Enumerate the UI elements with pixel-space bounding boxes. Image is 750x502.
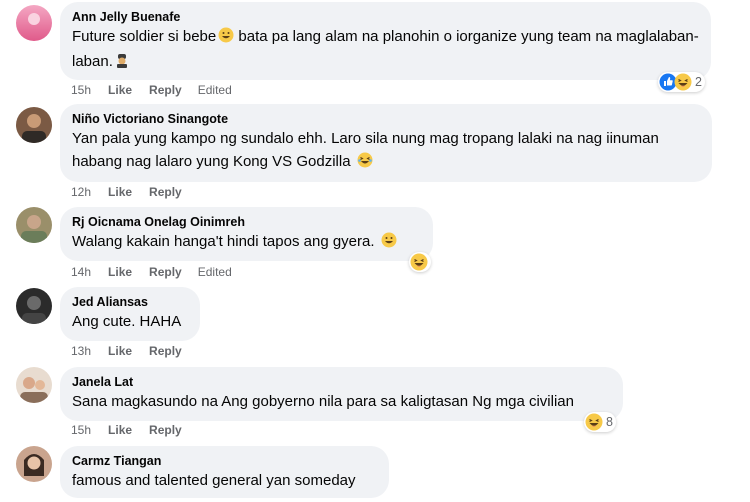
reply-button[interactable]: Reply (149, 265, 182, 279)
reaction-count: 8 (606, 415, 613, 429)
reply-button[interactable]: Reply (149, 185, 182, 199)
comment-text: Ang cute. HAHA (72, 313, 182, 330)
comment-text: Walang kakain hanga't hindi tapos ang gy… (72, 230, 421, 255)
comment-author[interactable]: Niño Victoriano Sinangote (72, 111, 700, 127)
comment-text: famous and talented general yan someday (72, 472, 356, 489)
grinning-face-icon (381, 232, 397, 255)
reaction-count: 2 (695, 75, 702, 89)
comment-author[interactable]: Carmz Tiangan (72, 453, 377, 469)
comment-meta: 15h Like Reply Edited (71, 83, 232, 97)
reply-button[interactable]: Reply (149, 423, 182, 437)
avatar[interactable] (16, 367, 52, 403)
comment-time[interactable]: 12h (71, 185, 91, 199)
comment-text: Sana magkasundo na Ang gobyerno nila par… (72, 393, 574, 410)
like-button[interactable]: Like (108, 423, 132, 437)
comment-meta: 12h Like Reply (71, 185, 182, 199)
comment-author[interactable]: Ann Jelly Buenafe (72, 9, 699, 25)
comment-bubble: Rj Oicnama Onelag Oinimreh Walang kakain… (60, 207, 433, 261)
like-button[interactable]: Like (108, 344, 132, 358)
laughing-tears-icon (357, 152, 373, 175)
haha-reaction-icon (585, 413, 603, 431)
haha-reaction-icon (674, 73, 692, 91)
avatar[interactable] (16, 207, 52, 243)
comment-author[interactable]: Jed Aliansas (72, 294, 188, 310)
comment-text: Future soldier si bebe bata pa lang alam… (72, 25, 699, 75)
comment-text: Yan pala yung kampo ng sundalo ehh. Laro… (72, 127, 700, 175)
reaction-summary[interactable] (409, 252, 431, 272)
avatar[interactable] (16, 446, 52, 482)
comment-time[interactable]: 14h (71, 265, 91, 279)
like-button[interactable]: Like (108, 265, 132, 279)
comment-text-part: Walang kakain hanga't hindi tapos ang gy… (72, 233, 375, 250)
like-button[interactable]: Like (108, 185, 132, 199)
comment-author[interactable]: Rj Oicnama Onelag Oinimreh (72, 214, 421, 230)
comment-meta: 15h Like Reply (71, 423, 182, 437)
comment-bubble: Carmz Tiangan famous and talented genera… (60, 446, 389, 498)
comment-time[interactable]: 15h (71, 423, 91, 437)
comment-meta: 13h Like Reply (71, 344, 182, 358)
comment-meta: 14h Like Reply Edited (71, 265, 232, 279)
reply-button[interactable]: Reply (149, 344, 182, 358)
comment-bubble: Jed Aliansas Ang cute. HAHA (60, 287, 200, 341)
edited-label[interactable]: Edited (198, 265, 232, 279)
comment-bubble: Ann Jelly Buenafe Future soldier si bebe… (60, 2, 711, 80)
edited-label[interactable]: Edited (198, 83, 232, 97)
haha-reaction-icon (410, 253, 428, 271)
comment-time[interactable]: 13h (71, 344, 91, 358)
reaction-summary[interactable]: 2 (658, 72, 705, 92)
comment-time[interactable]: 15h (71, 83, 91, 97)
comment-bubble: Niño Victoriano Sinangote Yan pala yung … (60, 104, 712, 182)
comment-text-part: Future soldier si bebe (72, 28, 217, 45)
comment-author[interactable]: Janela Lat (72, 374, 611, 390)
avatar[interactable] (16, 107, 52, 143)
reaction-summary[interactable]: 8 (584, 412, 616, 432)
reply-button[interactable]: Reply (149, 83, 182, 97)
avatar[interactable] (16, 5, 52, 41)
soldier-icon (115, 52, 129, 75)
grinning-face-icon (218, 27, 234, 50)
avatar[interactable] (16, 288, 52, 324)
comment-bubble: Janela Lat Sana magkasundo na Ang gobyer… (60, 367, 623, 421)
like-button[interactable]: Like (108, 83, 132, 97)
